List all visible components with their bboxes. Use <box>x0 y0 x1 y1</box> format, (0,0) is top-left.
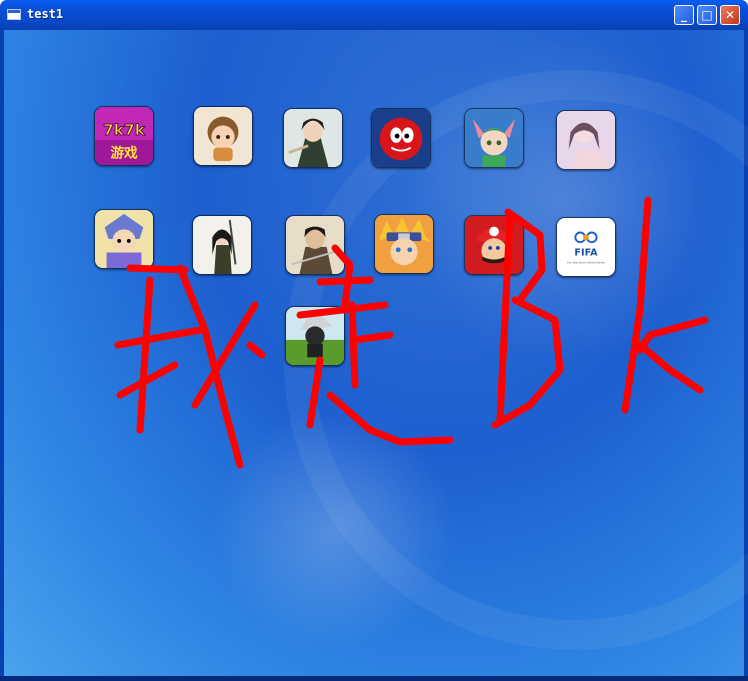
warrior-girl-game-icon[interactable] <box>283 108 343 168</box>
portrait-girl-game-icon[interactable] <box>556 110 616 170</box>
armored-hero-game-icon[interactable] <box>94 209 154 269</box>
app-window: test1 _ □ ✕ <box>0 0 748 681</box>
red-ball-game-icon[interactable] <box>371 108 431 168</box>
window-border-bottom <box>0 676 748 681</box>
fifa-logo-text: FIFA <box>574 248 598 259</box>
archer-girl-game-icon[interactable] <box>192 215 252 275</box>
minimize-button[interactable]: _ <box>674 5 694 25</box>
title-bar[interactable]: test1 _ □ ✕ <box>0 0 748 30</box>
swordsman-game-icon[interactable] <box>285 215 345 275</box>
mario-game-icon[interactable] <box>464 215 524 275</box>
7k7k-game-icon[interactable]: 7k7k 游戏 <box>94 106 154 166</box>
window-title: test1 <box>27 7 64 21</box>
fifa-caption-text: For the Good of the Game <box>567 260 605 264</box>
7k7k-caption-text: 游戏 <box>110 144 138 161</box>
cartoon-boy-game-icon[interactable] <box>193 106 253 166</box>
window-icon <box>7 9 21 20</box>
7k7k-logo-text: 7k7k <box>103 121 146 139</box>
close-button[interactable]: ✕ <box>720 5 740 25</box>
maximize-button[interactable]: □ <box>697 5 717 25</box>
fox-girl-game-icon[interactable] <box>464 108 524 168</box>
naruto-game-icon[interactable] <box>374 214 434 274</box>
ninja-game-icon[interactable] <box>285 306 345 366</box>
fifa-game-icon[interactable]: FIFA For the Good of the Game <box>556 217 616 277</box>
